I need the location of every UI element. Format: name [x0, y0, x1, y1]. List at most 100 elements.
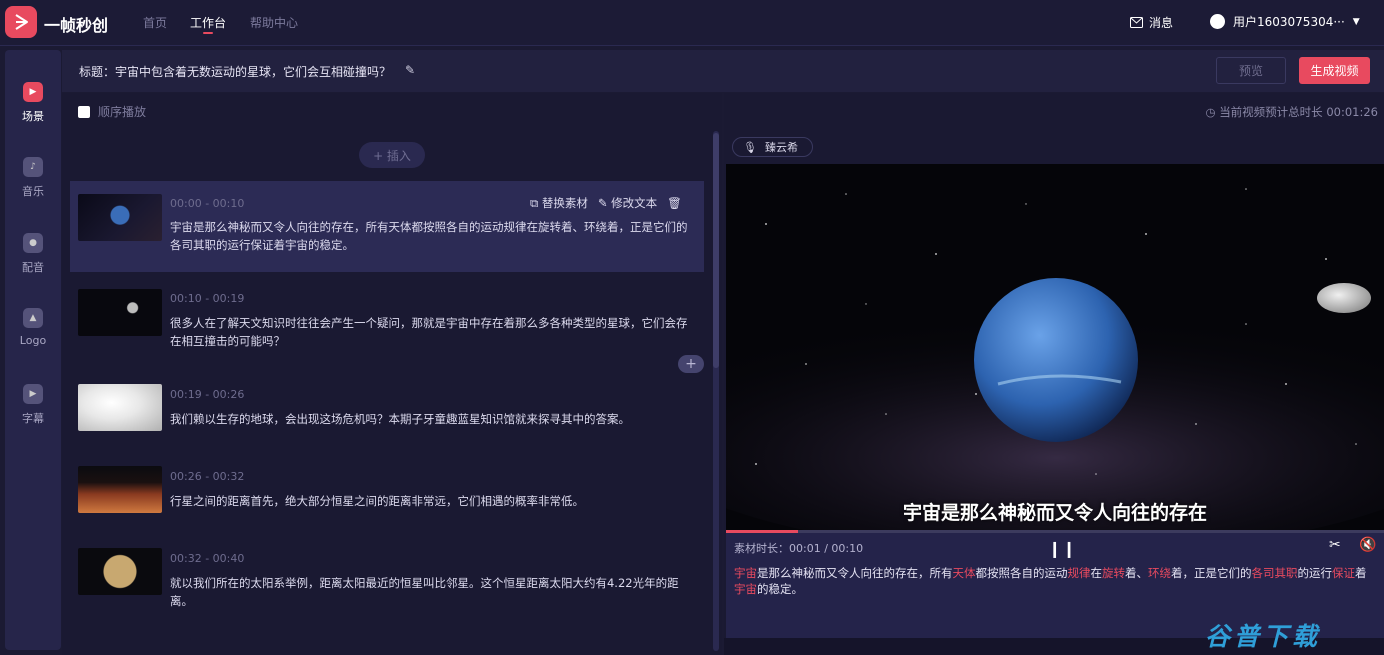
- scene-actions: ⧉ 替换素材 ✎ 修改文本 🗑: [530, 195, 682, 211]
- scene-text: 我们赖以生存的地球，会出现这场危机吗？本期子牙童趣蓝星知识馆就来探寻其中的答案。: [170, 412, 630, 426]
- edit-label: 修改文本: [611, 196, 658, 210]
- microphone-icon: 🎙: [743, 140, 757, 154]
- scene-text: 就以我们所在的太阳系举例，距离太阳最近的恒星叫比邻星。这个恒星距离太阳大约有4.…: [170, 576, 679, 608]
- messages-label: 消息: [1149, 16, 1174, 30]
- nav-active-indicator: [203, 32, 213, 34]
- scene-time: 00:00 - 00:10: [170, 197, 245, 210]
- edit-title-icon[interactable]: ✎: [405, 63, 415, 77]
- scene-time: 00:26 - 00:32: [170, 470, 245, 483]
- sidebar-item-scene[interactable]: ▶ 场景: [5, 82, 61, 124]
- transcript-keyword[interactable]: 规律: [1068, 566, 1091, 580]
- insert-scene-button[interactable]: + 插入: [359, 142, 425, 168]
- sequential-play-label: 顺序播放: [98, 105, 147, 119]
- scrollbar-thumb[interactable]: [713, 133, 719, 368]
- replace-icon: ⧉: [530, 196, 539, 210]
- nav-workspace[interactable]: 工作台: [190, 14, 226, 31]
- checkbox[interactable]: [78, 105, 90, 118]
- scene-text: 行星之间的距离首先，绝大部分恒星之间的距离非常远，它们相遇的概率非常低。: [170, 494, 584, 508]
- sidebar-item-label: 配音: [22, 261, 44, 274]
- sidebar-item-label: 音乐: [22, 185, 44, 198]
- mail-icon: [1130, 17, 1143, 28]
- avatar: [1210, 14, 1225, 29]
- preview-panel: ◷ 当前视频预计总时长 00:01:26 🎙 臻云希 宇宙是那么神秘而又令人向往…: [724, 93, 1384, 655]
- generate-video-button[interactable]: 生成视频: [1299, 57, 1370, 84]
- pause-icon[interactable]: ❙❙: [1048, 539, 1077, 558]
- trash-icon[interactable]: 🗑: [667, 196, 682, 210]
- scissors-icon[interactable]: ✂: [1329, 537, 1341, 553]
- sidebar-item-label: 字幕: [22, 412, 44, 425]
- video-subtitle: 宇宙是那么神秘而又令人向往的存在: [902, 502, 1207, 524]
- scene-time: 00:32 - 00:40: [170, 552, 245, 565]
- messages-button[interactable]: 消息: [1130, 14, 1173, 31]
- transcript-segment: 的运行: [1297, 566, 1333, 580]
- scene-card[interactable]: 00:00 - 00:10 ⧉ 替换素材 ✎ 修改文本 🗑 宇宙是那么神秘而又令…: [70, 181, 704, 272]
- play-logo-icon: [15, 14, 28, 30]
- replace-material-button[interactable]: ⧉ 替换素材: [530, 195, 588, 211]
- total-duration-label: 当前视频预计总时长 00:01:26: [1219, 105, 1378, 119]
- material-duration: 素材时长：00:01 / 00:10: [734, 542, 864, 555]
- app-logo[interactable]: [5, 6, 37, 38]
- video-preview[interactable]: 宇宙是那么神秘而又令人向往的存在: [726, 164, 1384, 530]
- music-icon: ♪: [23, 157, 43, 177]
- subtitle-icon: ▶: [23, 384, 43, 404]
- sidebar-item-voice[interactable]: ● 配音: [5, 233, 61, 275]
- scene-card[interactable]: 00:19 - 00:26 我们赖以生存的地球，会出现这场危机吗？本期子牙童趣蓝…: [70, 376, 704, 446]
- scene-thumbnail: [78, 194, 162, 241]
- transcript-segment: 都按照各自的运动: [975, 566, 1068, 580]
- transcript-keyword[interactable]: 天体: [953, 566, 976, 580]
- space-scene-image: [726, 164, 1384, 530]
- transcript-keyword[interactable]: 旋转: [1102, 566, 1125, 580]
- transcript-segment: 是那么神秘而又令人向往的存在，所有: [757, 566, 953, 580]
- voice-icon: ●: [23, 233, 43, 253]
- total-duration: ◷ 当前视频预计总时长 00:01:26: [1205, 104, 1378, 120]
- user-name: 用户1603075304···: [1233, 15, 1345, 29]
- scene-thumbnail: [78, 384, 162, 431]
- scene-time: 00:19 - 00:26: [170, 388, 245, 401]
- transcript-segment: 着、: [1125, 566, 1148, 580]
- player-controls: 素材时长：00:01 / 00:10 ❙❙ ✂ 🔇: [726, 533, 1384, 561]
- transcript-keyword[interactable]: 各司其职: [1252, 566, 1298, 580]
- top-bar: 一帧秒创 首页 工作台 帮助中心 消息 用户1603075304··· ▼: [0, 0, 1384, 46]
- nav-help[interactable]: 帮助中心: [250, 14, 298, 31]
- watermark: 谷普下载: [1205, 622, 1322, 651]
- preview-button[interactable]: 预览: [1216, 57, 1286, 84]
- sidebar-item-label: Logo: [19, 334, 47, 347]
- sequential-play-toggle[interactable]: 顺序播放: [78, 103, 146, 120]
- scene-icon: ▶: [23, 82, 43, 102]
- app-name: 一帧秒创: [44, 16, 109, 35]
- transcript-segment: 着: [1355, 566, 1367, 580]
- voice-name: 臻云希: [764, 141, 798, 154]
- scene-text: 很多人在了解天文知识时往往会产生一个疑问，那就是宇宙中存在着那么多各种类型的星球…: [170, 316, 688, 348]
- title-bar: 标题：宇宙中包含着无数运动的星球，它们会互相碰撞吗？ ✎ 预览 生成视频: [62, 50, 1384, 92]
- transcript-segment: 着，正是它们的: [1171, 566, 1252, 580]
- chevron-down-icon: ▼: [1352, 16, 1360, 27]
- transcript-segment: 的稳定。: [757, 582, 803, 596]
- scene-card[interactable]: 00:10 - 00:19 很多人在了解天文知识时往往会产生一个疑问，那就是宇宙…: [70, 281, 704, 359]
- scene-thumbnail: [78, 466, 162, 513]
- video-title: 标题：宇宙中包含着无数运动的星球，它们会互相碰撞吗？: [79, 65, 392, 79]
- sidebar: ▶ 场景 ♪ 音乐 ● 配音 ▲ Logo ▶ 字幕: [5, 50, 61, 650]
- sidebar-item-logo[interactable]: ▲ Logo: [5, 308, 61, 347]
- scene-thumbnail: [78, 289, 162, 336]
- voice-selector[interactable]: 🎙 臻云希: [732, 137, 813, 157]
- transcript-keyword[interactable]: 宇宙: [734, 582, 757, 596]
- replace-label: 替换素材: [541, 196, 588, 210]
- scene-list-panel: 顺序播放 + 插入 00:00 - 00:10 ⧉ 替换素材 ✎ 修改文本 🗑 …: [62, 93, 722, 655]
- scene-text: 宇宙是那么神秘而又令人向往的存在，所有天体都按照各自的运动规律在旋转着、环绕着，…: [170, 220, 688, 252]
- nav-home[interactable]: 首页: [143, 14, 167, 31]
- scene-card[interactable]: 00:26 - 00:32 行星之间的距离首先，绝大部分恒星之间的距离非常远，它…: [70, 458, 704, 528]
- scene-time: 00:10 - 00:19: [170, 292, 245, 305]
- mute-icon[interactable]: 🔇: [1359, 537, 1376, 553]
- logo-icon: ▲: [23, 308, 43, 328]
- edit-icon: ✎: [597, 196, 608, 210]
- transcript-keyword[interactable]: 环绕: [1148, 566, 1171, 580]
- clock-icon: ◷: [1205, 105, 1216, 119]
- sidebar-item-subtitle[interactable]: ▶ 字幕: [5, 384, 61, 426]
- transcript-keyword[interactable]: 宇宙: [734, 566, 757, 580]
- transcript-keyword[interactable]: 保证: [1332, 566, 1355, 580]
- edit-text-button[interactable]: ✎ 修改文本: [598, 195, 657, 211]
- user-menu[interactable]: 用户1603075304··· ▼: [1210, 13, 1360, 30]
- sidebar-item-music[interactable]: ♪ 音乐: [5, 157, 61, 199]
- scene-card[interactable]: 00:32 - 00:40 就以我们所在的太阳系举例，距离太阳最近的恒星叫比邻星…: [70, 540, 704, 618]
- scene-thumbnail: [78, 548, 162, 595]
